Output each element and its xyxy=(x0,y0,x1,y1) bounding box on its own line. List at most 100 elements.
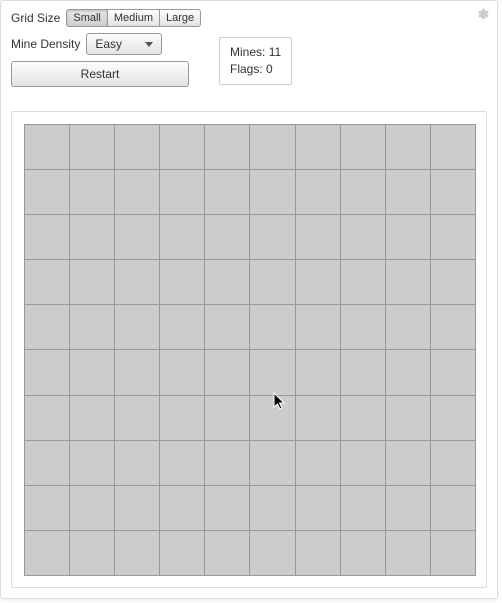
cell[interactable] xyxy=(70,125,114,169)
cell[interactable] xyxy=(386,260,430,304)
restart-button[interactable]: Restart xyxy=(11,61,189,87)
cell[interactable] xyxy=(70,170,114,214)
cell[interactable] xyxy=(25,260,69,304)
cell[interactable] xyxy=(115,215,159,259)
cell[interactable] xyxy=(431,486,475,530)
cell[interactable] xyxy=(160,531,204,575)
cell[interactable] xyxy=(386,396,430,440)
cell[interactable] xyxy=(296,170,340,214)
cell[interactable] xyxy=(205,350,249,394)
cell[interactable] xyxy=(160,170,204,214)
cell[interactable] xyxy=(250,125,294,169)
cell[interactable] xyxy=(25,486,69,530)
cell[interactable] xyxy=(296,441,340,485)
cell[interactable] xyxy=(386,305,430,349)
cell[interactable] xyxy=(431,305,475,349)
cell[interactable] xyxy=(205,486,249,530)
cell[interactable] xyxy=(160,215,204,259)
cell[interactable] xyxy=(341,215,385,259)
cell[interactable] xyxy=(341,531,385,575)
cell[interactable] xyxy=(115,441,159,485)
cell[interactable] xyxy=(296,486,340,530)
cell[interactable] xyxy=(431,260,475,304)
cell[interactable] xyxy=(25,531,69,575)
cell[interactable] xyxy=(205,125,249,169)
cell[interactable] xyxy=(70,305,114,349)
cell[interactable] xyxy=(205,215,249,259)
cell[interactable] xyxy=(250,260,294,304)
cell[interactable] xyxy=(386,486,430,530)
cell[interactable] xyxy=(70,441,114,485)
cell[interactable] xyxy=(70,215,114,259)
cell[interactable] xyxy=(115,396,159,440)
cell[interactable] xyxy=(431,531,475,575)
cell[interactable] xyxy=(70,350,114,394)
cell[interactable] xyxy=(296,260,340,304)
cell[interactable] xyxy=(70,396,114,440)
cell[interactable] xyxy=(115,486,159,530)
cell[interactable] xyxy=(25,305,69,349)
cell[interactable] xyxy=(160,305,204,349)
cell[interactable] xyxy=(250,396,294,440)
cell[interactable] xyxy=(341,350,385,394)
cell[interactable] xyxy=(341,125,385,169)
cell[interactable] xyxy=(115,260,159,304)
cell[interactable] xyxy=(341,170,385,214)
cell[interactable] xyxy=(115,170,159,214)
cell[interactable] xyxy=(205,441,249,485)
cell[interactable] xyxy=(160,125,204,169)
cell[interactable] xyxy=(250,531,294,575)
cell[interactable] xyxy=(250,441,294,485)
cell[interactable] xyxy=(250,305,294,349)
cell[interactable] xyxy=(250,170,294,214)
cell[interactable] xyxy=(25,215,69,259)
cell[interactable] xyxy=(341,260,385,304)
cell[interactable] xyxy=(115,125,159,169)
cell[interactable] xyxy=(205,305,249,349)
cell[interactable] xyxy=(431,170,475,214)
grid-size-option-large[interactable]: Large xyxy=(160,9,201,27)
cell[interactable] xyxy=(296,396,340,440)
cell[interactable] xyxy=(431,350,475,394)
cell[interactable] xyxy=(70,531,114,575)
cell[interactable] xyxy=(250,350,294,394)
cell[interactable] xyxy=(431,125,475,169)
cell[interactable] xyxy=(115,305,159,349)
cell[interactable] xyxy=(296,125,340,169)
cell[interactable] xyxy=(205,170,249,214)
cell[interactable] xyxy=(296,350,340,394)
grid-size-option-medium[interactable]: Medium xyxy=(108,9,160,27)
cell[interactable] xyxy=(386,215,430,259)
cell[interactable] xyxy=(341,441,385,485)
cell[interactable] xyxy=(160,350,204,394)
cell[interactable] xyxy=(25,350,69,394)
cell[interactable] xyxy=(341,305,385,349)
cell[interactable] xyxy=(386,170,430,214)
cell[interactable] xyxy=(341,486,385,530)
cell[interactable] xyxy=(205,260,249,304)
cell[interactable] xyxy=(431,441,475,485)
cell[interactable] xyxy=(386,531,430,575)
cell[interactable] xyxy=(250,215,294,259)
cell[interactable] xyxy=(431,215,475,259)
cell[interactable] xyxy=(160,396,204,440)
cell[interactable] xyxy=(160,441,204,485)
cell[interactable] xyxy=(431,396,475,440)
mine-density-dropdown[interactable]: Easy xyxy=(86,33,162,55)
cell[interactable] xyxy=(25,170,69,214)
cell[interactable] xyxy=(25,125,69,169)
cell[interactable] xyxy=(250,486,294,530)
cell[interactable] xyxy=(115,350,159,394)
cell[interactable] xyxy=(205,531,249,575)
gear-icon[interactable] xyxy=(475,7,489,24)
cell[interactable] xyxy=(386,441,430,485)
cell[interactable] xyxy=(160,260,204,304)
cell[interactable] xyxy=(296,531,340,575)
cell[interactable] xyxy=(296,305,340,349)
cell[interactable] xyxy=(115,531,159,575)
cell[interactable] xyxy=(25,441,69,485)
cell[interactable] xyxy=(341,396,385,440)
cell[interactable] xyxy=(296,215,340,259)
grid-size-option-small[interactable]: Small xyxy=(66,9,108,27)
cell[interactable] xyxy=(70,260,114,304)
